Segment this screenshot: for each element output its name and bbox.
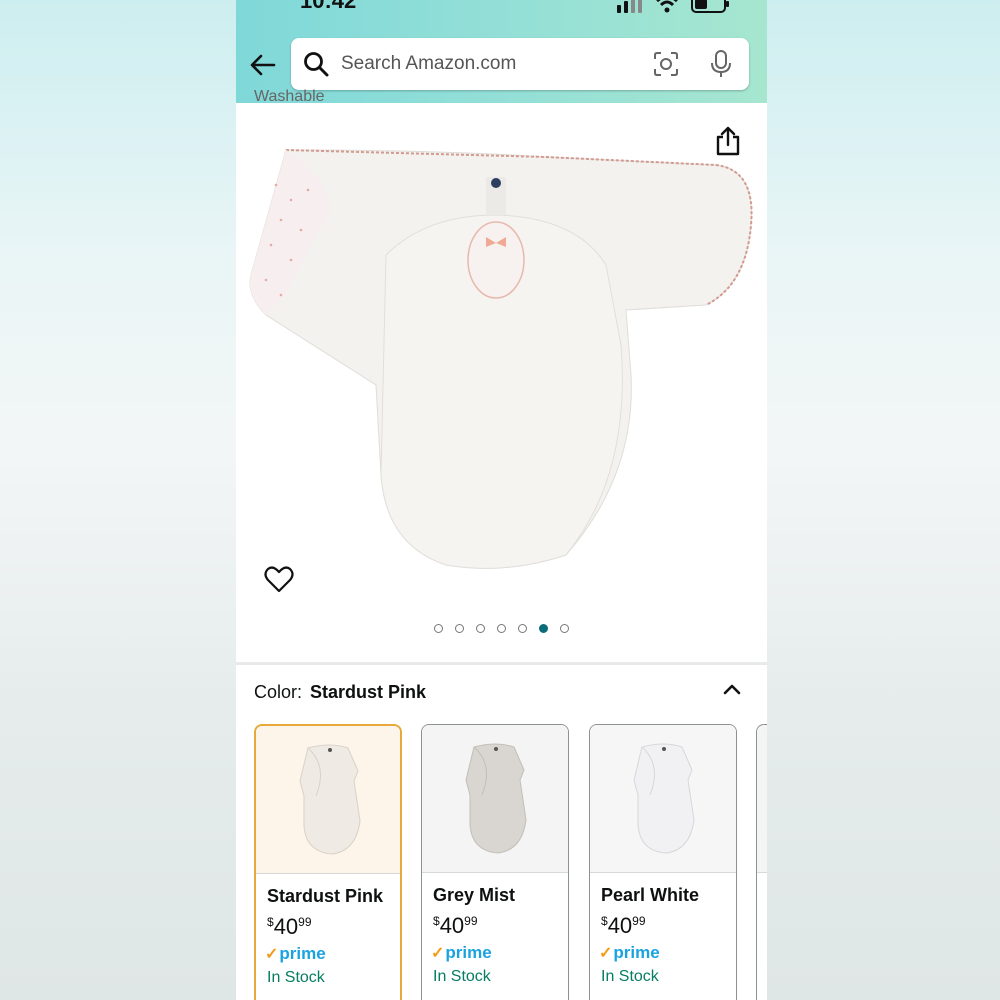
- swatch-thumbnail: [256, 726, 400, 874]
- swatch-image: [633, 743, 695, 854]
- price-whole: 40: [439, 913, 465, 938]
- color-label: Color:: [254, 682, 303, 702]
- heart-icon[interactable]: [264, 565, 294, 593]
- price-symbol: $: [601, 914, 608, 928]
- swatch-image: [465, 743, 527, 854]
- price-whole: 40: [273, 914, 299, 939]
- check-icon: ✓: [599, 945, 613, 962]
- image-carousel-dots[interactable]: [236, 624, 767, 633]
- price-fraction: 99: [298, 915, 312, 929]
- search-bar[interactable]: [291, 38, 749, 90]
- swatch-thumbnail: [422, 725, 568, 873]
- camera-lens-icon[interactable]: [653, 51, 679, 77]
- prime-badge: ✓prime: [431, 943, 492, 963]
- option-price: $4099: [267, 914, 312, 940]
- section-divider: [236, 662, 767, 665]
- prime-badge: ✓prime: [265, 944, 326, 964]
- option-name: Pearl White: [601, 885, 700, 905]
- color-swatches: Stardust Pink $4099 ✓prime In Stock Grey…: [254, 724, 767, 1000]
- status-icons: [615, 0, 731, 14]
- prime-label: prime: [613, 943, 660, 962]
- stock-status: In Stock: [601, 968, 659, 985]
- prime-label: prime: [279, 944, 326, 963]
- color-option-grey-mist[interactable]: Grey Mist $4099 ✓prime In Stock: [421, 724, 569, 1000]
- carousel-dot[interactable]: [497, 624, 506, 633]
- color-option-pearl-white[interactable]: Pearl White $4099 ✓prime In Stock: [589, 724, 737, 1000]
- product-image-swaddle[interactable]: [246, 145, 756, 570]
- status-time: 10:42: [300, 0, 357, 13]
- microphone-icon[interactable]: [709, 50, 733, 78]
- selected-color-value: Stardust Pink: [310, 682, 427, 702]
- stock-status: In Stock: [433, 968, 491, 985]
- signal-icon: [617, 0, 642, 13]
- carousel-dot[interactable]: [476, 624, 485, 633]
- search-icon: [304, 52, 329, 77]
- swatch-thumbnail: [590, 725, 736, 873]
- back-arrow-icon[interactable]: [248, 50, 278, 80]
- option-price: $4099: [601, 913, 646, 939]
- carousel-dot[interactable]: [518, 624, 527, 633]
- battery-icon: [691, 0, 729, 13]
- prime-label: prime: [445, 943, 492, 962]
- wifi-icon: [656, 0, 678, 13]
- option-name: Stardust Pink: [267, 886, 384, 906]
- carousel-dot[interactable]: [560, 624, 569, 633]
- product-page: 10:42 Search Amazon.com Washable Color: …: [236, 0, 767, 1000]
- carousel-dot[interactable]: [434, 624, 443, 633]
- swatch-image: [299, 744, 361, 855]
- cut-off-caption: Washable: [254, 88, 325, 105]
- carousel-dot-active[interactable]: [539, 624, 548, 633]
- color-selector-label: Color: Stardust Pink: [254, 682, 426, 703]
- carousel-dot[interactable]: [455, 624, 464, 633]
- price-fraction: 99: [464, 914, 478, 928]
- price-whole: 40: [607, 913, 633, 938]
- option-price: $4099: [433, 913, 478, 939]
- color-option-stardust-pink[interactable]: Stardust Pink $4099 ✓prime In Stock: [254, 724, 402, 1000]
- price-fraction: 99: [632, 914, 646, 928]
- chevron-up-icon[interactable]: [721, 680, 743, 698]
- color-option-next-partial[interactable]: [756, 724, 767, 1000]
- prime-badge: ✓prime: [599, 943, 660, 963]
- price-symbol: $: [433, 914, 440, 928]
- price-symbol: $: [267, 915, 274, 929]
- stock-status: In Stock: [267, 969, 325, 986]
- option-name: Grey Mist: [433, 885, 516, 905]
- search-input[interactable]: [339, 52, 643, 76]
- check-icon: ✓: [265, 946, 279, 963]
- check-icon: ✓: [431, 945, 445, 962]
- swatch-thumbnail: [757, 725, 767, 873]
